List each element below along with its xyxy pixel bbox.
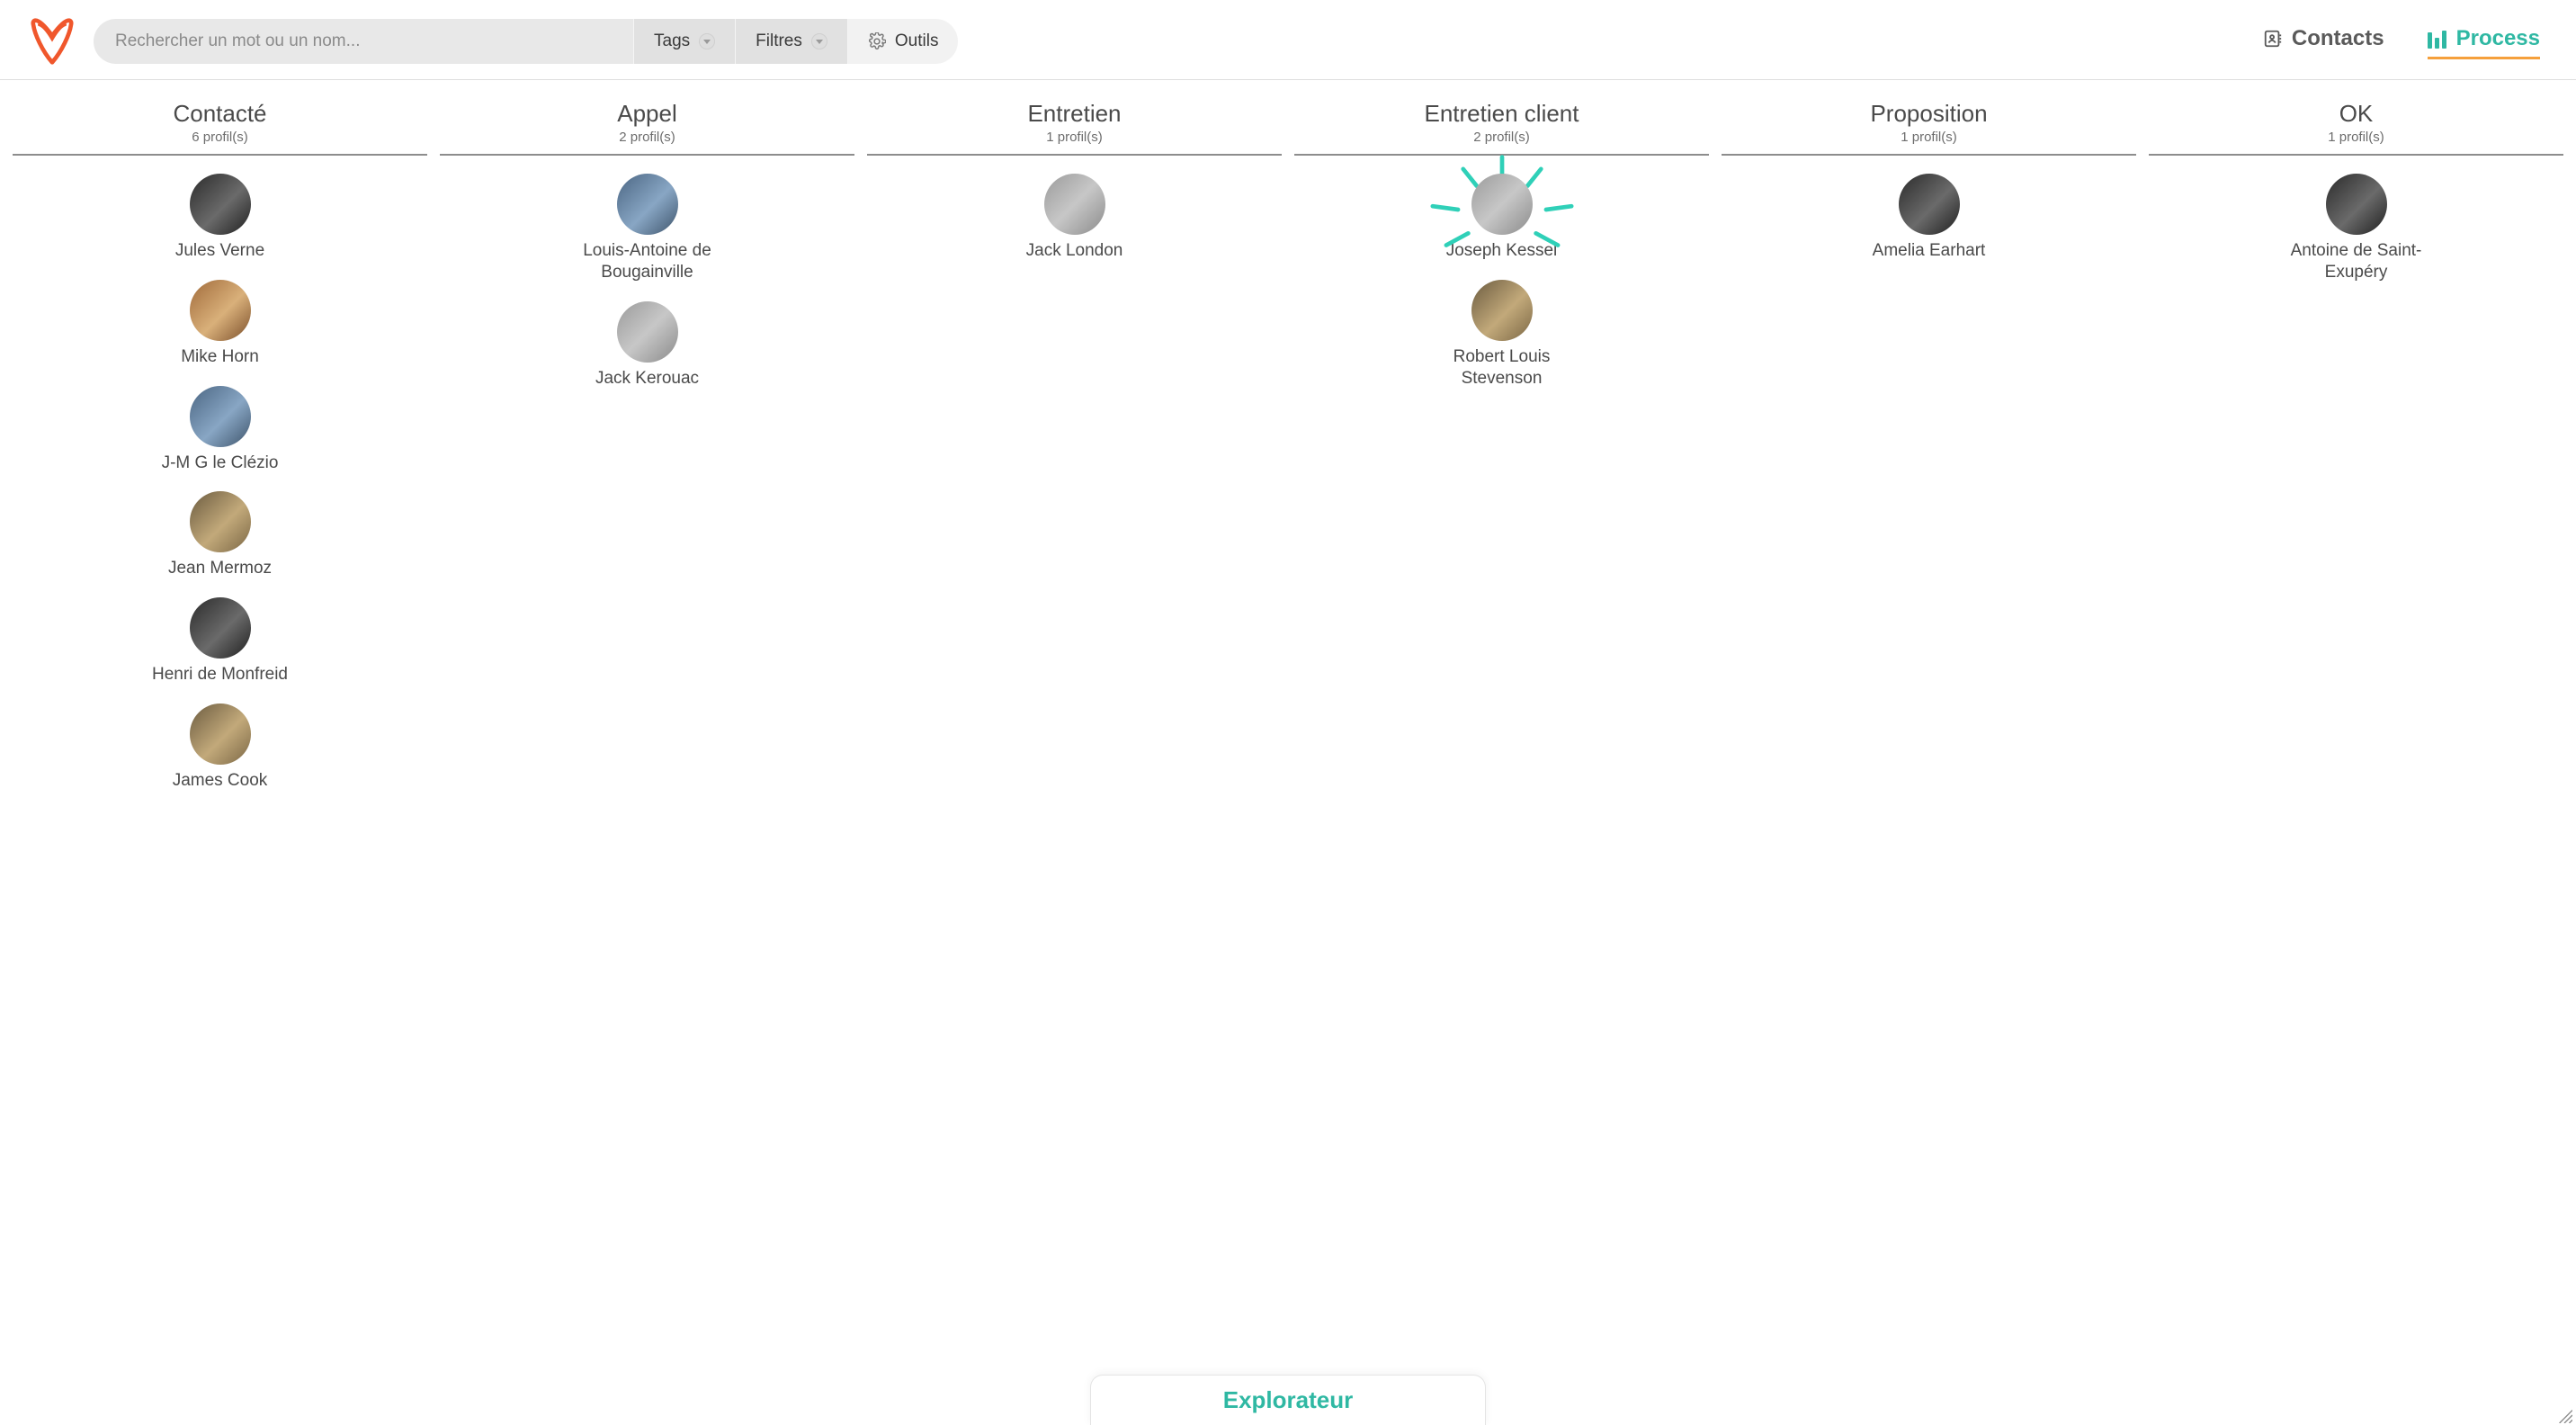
profile-card[interactable]: Louis-Antoine de Bougainville: [567, 174, 729, 283]
column-title: OK: [2149, 100, 2563, 128]
bottom-drawer-explorateur[interactable]: Explorateur: [1090, 1375, 1486, 1425]
kanban-column: Appel 2 profil(s) Louis-Antoine de Bougain…: [440, 96, 854, 407]
profile-name: J-M G le Clézio: [162, 453, 279, 474]
profile-name: Louis-Antoine de Bougainville: [571, 240, 724, 283]
column-header: OK 1 profil(s): [2149, 96, 2563, 156]
avatar: [617, 301, 678, 363]
column-count: 1 profil(s): [1722, 130, 2136, 145]
profile-name: Antoine de Saint-Exupéry: [2280, 240, 2433, 283]
kanban-icon: [2428, 29, 2447, 49]
profile-card[interactable]: Jack London: [994, 174, 1156, 262]
app-logo: [27, 16, 77, 67]
bottom-drawer-label: Explorateur: [1223, 1386, 1354, 1414]
search-input[interactable]: [94, 19, 633, 64]
column-title: Entretien client: [1294, 100, 1709, 128]
avatar: [190, 704, 251, 765]
fox-logo-icon: [29, 16, 76, 67]
profile-card[interactable]: James Cook: [139, 704, 301, 792]
column-count: 1 profil(s): [867, 130, 1282, 145]
nav-process[interactable]: Process: [2428, 26, 2540, 59]
column-header: Entretien client 2 profil(s): [1294, 96, 1709, 156]
profile-card[interactable]: J-M G le Clézio: [139, 386, 301, 474]
chevron-down-icon: [811, 33, 827, 49]
avatar: [2326, 174, 2387, 235]
nav-right: Contacts Process: [2263, 26, 2540, 57]
avatar: [1044, 174, 1105, 235]
filters-filter[interactable]: Filtres: [735, 19, 847, 64]
column-count: 2 profil(s): [1294, 130, 1709, 145]
avatar: [190, 280, 251, 341]
nav-process-label: Process: [2456, 26, 2540, 51]
column-count: 2 profil(s): [440, 130, 854, 145]
kanban-column: Proposition 1 profil(s) Amelia Earhart: [1722, 96, 2136, 280]
kanban-column: Contacté 6 profil(s) Jules Verne Mike Horn J…: [13, 96, 427, 810]
profile-card[interactable]: Jules Verne: [139, 174, 301, 262]
profile-card[interactable]: Jack Kerouac: [567, 301, 729, 390]
gear-icon: [868, 32, 886, 50]
profile-card[interactable]: Mike Horn: [139, 280, 301, 368]
contacts-icon: [2263, 29, 2283, 49]
avatar: [190, 491, 251, 552]
kanban-column: Entretien 1 profil(s) Jack London: [867, 96, 1282, 280]
avatar: [1471, 174, 1533, 235]
avatar: [190, 597, 251, 659]
kanban-board: Contacté 6 profil(s) Jules Verne Mike Horn J…: [0, 80, 2576, 1424]
kanban-column: OK 1 profil(s) Antoine de Saint-Exupéry: [2149, 96, 2563, 301]
kanban-column: Entretien client 2 profil(s) Joseph Kessel…: [1294, 96, 1709, 407]
filters-label: Filtres: [756, 31, 802, 51]
topbar: Tags Filtres Outils Contact: [0, 0, 2576, 80]
column-header: Proposition 1 profil(s): [1722, 96, 2136, 156]
tags-filter[interactable]: Tags: [633, 19, 735, 64]
profile-name: Robert Louis Stevenson: [1426, 346, 1579, 390]
avatar: [1471, 280, 1533, 341]
tags-label: Tags: [654, 31, 690, 51]
chevron-down-icon: [699, 33, 715, 49]
profile-name: Jean Mermoz: [168, 558, 272, 579]
nav-contacts-label: Contacts: [2292, 26, 2384, 51]
profile-name: Henri de Monfreid: [152, 664, 288, 686]
avatar: [190, 386, 251, 447]
resize-grip-icon: [2556, 1407, 2572, 1423]
column-title: Appel: [440, 100, 854, 128]
profile-name: Amelia Earhart: [1873, 240, 1986, 262]
profile-name: Jules Verne: [175, 240, 264, 262]
profile-card[interactable]: Henri de Monfreid: [139, 597, 301, 686]
column-header: Contacté 6 profil(s): [13, 96, 427, 156]
profile-card[interactable]: Antoine de Saint-Exupéry: [2276, 174, 2437, 283]
column-title: Contacté: [13, 100, 427, 128]
profile-name: Joseph Kessel: [1446, 240, 1558, 262]
avatar: [617, 174, 678, 235]
nav-contacts[interactable]: Contacts: [2263, 26, 2384, 57]
column-header: Appel 2 profil(s): [440, 96, 854, 156]
profile-card[interactable]: Jean Mermoz: [139, 491, 301, 579]
profile-name: James Cook: [173, 770, 268, 792]
avatar: [190, 174, 251, 235]
profile-name: Mike Horn: [181, 346, 259, 368]
column-count: 1 profil(s): [2149, 130, 2563, 145]
tools-label: Outils: [895, 31, 939, 51]
avatar: [1899, 174, 1960, 235]
searchbar: Tags Filtres Outils: [94, 19, 958, 64]
column-title: Entretien: [867, 100, 1282, 128]
column-header: Entretien 1 profil(s): [867, 96, 1282, 156]
profile-name: Jack Kerouac: [595, 368, 699, 390]
profile-card[interactable]: Robert Louis Stevenson: [1421, 280, 1583, 390]
profile-card[interactable]: Amelia Earhart: [1848, 174, 2010, 262]
profile-card[interactable]: Joseph Kessel: [1421, 174, 1583, 262]
column-title: Proposition: [1722, 100, 2136, 128]
profile-name: Jack London: [1026, 240, 1123, 262]
column-count: 6 profil(s): [13, 130, 427, 145]
tools-button[interactable]: Outils: [847, 19, 959, 64]
